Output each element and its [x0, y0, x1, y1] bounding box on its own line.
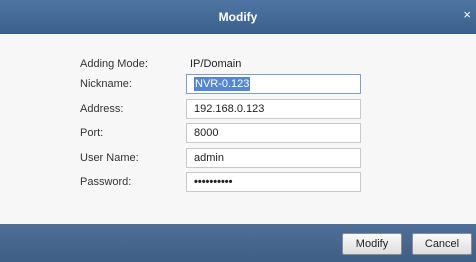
port-row: Port: 8000: [0, 123, 476, 145]
port-label: Port:: [80, 127, 104, 139]
user-name-field[interactable]: admin: [186, 148, 361, 168]
adding-mode-label: Adding Mode:: [80, 58, 148, 70]
modify-dialog: Modify × Adding Mode: IP/Domain Nickname…: [0, 0, 476, 262]
password-row: Password: ••••••••••: [0, 172, 476, 194]
adding-mode-value: IP/Domain: [190, 58, 242, 70]
address-field[interactable]: 192.168.0.123: [186, 99, 361, 119]
nickname-label: Nickname:: [80, 78, 132, 90]
cancel-button[interactable]: Cancel: [412, 233, 472, 255]
password-field[interactable]: ••••••••••: [186, 172, 361, 192]
nickname-field[interactable]: NVR-0.123: [186, 74, 361, 94]
address-row: Address: 192.168.0.123: [0, 99, 476, 121]
user-name-label: User Name:: [80, 152, 139, 164]
user-name-row: User Name: admin: [0, 148, 476, 170]
dialog-title: Modify: [218, 10, 258, 24]
address-label: Address:: [80, 103, 124, 115]
dialog-footer: Modify Cancel: [0, 224, 476, 262]
close-icon[interactable]: ×: [463, 8, 471, 22]
dialog-body: Adding Mode: IP/Domain Nickname: NVR-0.1…: [0, 34, 476, 224]
modify-button[interactable]: Modify: [342, 233, 402, 255]
nickname-value: NVR-0.123: [194, 77, 251, 91]
port-field[interactable]: 8000: [186, 123, 361, 143]
adding-mode-row: Adding Mode: IP/Domain: [0, 54, 476, 76]
password-label: Password:: [80, 176, 132, 188]
nickname-row: Nickname: NVR-0.123: [0, 74, 476, 96]
dialog-titlebar: Modify ×: [0, 0, 476, 34]
